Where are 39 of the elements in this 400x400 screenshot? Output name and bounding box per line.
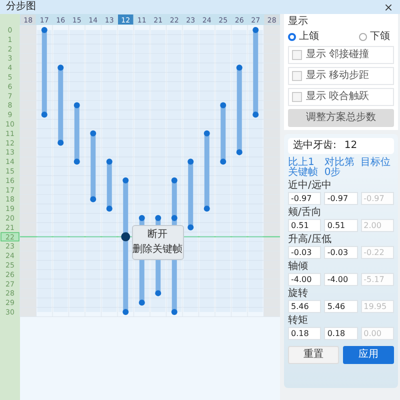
value-field[interactable]: 0.51 bbox=[288, 219, 322, 232]
column-header-link[interactable]: 比上1关键帧 bbox=[288, 158, 322, 178]
reset-button[interactable]: 重置 bbox=[288, 346, 339, 364]
parameter-label: 轴倾 bbox=[288, 261, 309, 272]
value-field[interactable]: 5.46 bbox=[288, 300, 322, 313]
radio-label: 上颌 bbox=[299, 31, 319, 43]
value-field[interactable]: 0.18 bbox=[324, 327, 358, 340]
checkbox-label: 显示 移动步距 bbox=[306, 70, 370, 82]
value-field[interactable]: -0.03 bbox=[288, 246, 322, 259]
radio-label: 下颌 bbox=[370, 31, 390, 43]
toggle-row[interactable]: 显示 咬合触跃 bbox=[288, 88, 394, 106]
section-title: 显示 bbox=[288, 16, 309, 28]
parameter-label: 近中/远中 bbox=[288, 180, 332, 191]
value-field[interactable]: 0.18 bbox=[288, 327, 322, 340]
selected-tooth-label: 选中牙齿: bbox=[293, 140, 336, 152]
value-field[interactable]: -4.00 bbox=[288, 273, 322, 286]
value-field[interactable]: -0.03 bbox=[324, 246, 358, 259]
jaw-radio[interactable]: 下颌 bbox=[359, 31, 390, 43]
checkbox-label: 显示 咬合触跃 bbox=[306, 91, 370, 103]
apply-button[interactable]: 应用 bbox=[343, 346, 394, 364]
menu-item[interactable]: 删除关键帧 bbox=[132, 244, 183, 256]
value-field[interactable]: -0.97 bbox=[288, 192, 322, 205]
menu-item[interactable]: 断开 bbox=[148, 228, 168, 241]
value-field[interactable]: 5.46 bbox=[324, 300, 358, 313]
toggle-row[interactable]: 显示 移动步距 bbox=[288, 67, 394, 85]
parameter-label: 升高/压低 bbox=[288, 234, 332, 245]
value-field[interactable]: -4.00 bbox=[324, 273, 358, 286]
parameter-label: 旋转 bbox=[288, 288, 309, 299]
checkbox-label: 显示 邻接碰撞 bbox=[306, 49, 370, 61]
window-title: 分步图 bbox=[6, 1, 36, 13]
parameter-label: 转矩 bbox=[288, 315, 309, 326]
value-field[interactable]: 0.51 bbox=[324, 219, 358, 232]
jaw-radio[interactable]: 上颌 bbox=[288, 31, 319, 43]
toggle-row[interactable]: 显示 邻接碰撞 bbox=[288, 46, 394, 64]
column-header-link[interactable]: 对比第0步 bbox=[324, 158, 358, 178]
column-header-link[interactable]: 目标位 bbox=[360, 158, 394, 178]
parameter-label: 颊/舌向 bbox=[288, 207, 322, 218]
selected-tooth-value: 12 bbox=[344, 140, 358, 152]
value-field[interactable]: -0.97 bbox=[324, 192, 358, 205]
